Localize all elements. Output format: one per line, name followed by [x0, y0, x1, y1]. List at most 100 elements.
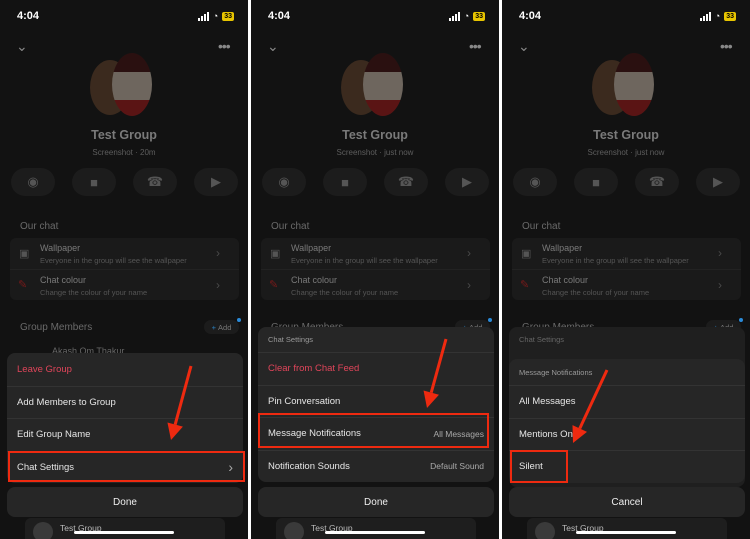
- collapse-chevron-icon[interactable]: ⌄: [267, 38, 279, 55]
- chat-button[interactable]: ■: [574, 168, 618, 196]
- call-button[interactable]: ☎: [635, 168, 679, 196]
- home-indicator: [74, 531, 174, 534]
- home-indicator: [576, 531, 676, 534]
- status-time: 4:04: [17, 10, 40, 22]
- wallpaper-title: Wallpaper: [291, 243, 332, 253]
- wallpaper-desc: Everyone in the group will see the wallp…: [40, 256, 187, 265]
- call-button[interactable]: ☎: [384, 168, 428, 196]
- chat-colour-row[interactable]: ✎ Chat colour Change the colour of your na…: [512, 269, 741, 300]
- phone-screen: 4:04 ◔ 33 ⌄ ••• Test Group Screenshot · just n…: [251, 0, 499, 539]
- signal-icon: [197, 11, 209, 21]
- group-subtitle: Screenshot · just now: [587, 148, 665, 157]
- group-name: Test Group: [342, 128, 408, 142]
- camera-button[interactable]: ◉: [513, 168, 557, 196]
- value: Default Sound: [430, 461, 484, 472]
- wallpaper-row[interactable]: ▣ Wallpaper Everyone in the group will see…: [261, 238, 490, 269]
- label: Notification Sounds: [268, 460, 350, 472]
- avatar-member-2: [363, 53, 403, 116]
- more-options-icon[interactable]: •••: [469, 38, 482, 54]
- chat-preview-avatar: [284, 522, 304, 539]
- camera-button[interactable]: ◉: [262, 168, 306, 196]
- wallpaper-title: Wallpaper: [40, 243, 81, 253]
- highlight-box: [510, 450, 568, 483]
- chat-settings-sheet: Chat Settings Clear from Chat Feed Pin Con…: [258, 327, 494, 482]
- add-label: Add: [218, 322, 232, 332]
- wallpaper-desc: Everyone in the group will see the wallp…: [291, 256, 438, 265]
- wifi-icon: ◔: [212, 11, 219, 21]
- camera-button[interactable]: ◉: [11, 168, 55, 196]
- wifi-icon: ◔: [714, 11, 721, 21]
- our-chat-card: ▣ Wallpaper Everyone in the group will see…: [261, 238, 490, 300]
- chat-preview-card[interactable]: Test Group: [276, 518, 476, 539]
- video-call-button[interactable]: ▶: [696, 168, 740, 196]
- done-button[interactable]: Done: [7, 487, 243, 517]
- notification-dot: [739, 318, 743, 322]
- edit-group-name-item[interactable]: Edit Group Name: [7, 418, 243, 451]
- video-call-icon: ▶: [462, 174, 472, 189]
- mentions-only-option[interactable]: Mentions Only: [509, 417, 745, 451]
- our-chat-heading: Our chat: [271, 221, 310, 232]
- chat-preview-card[interactable]: Test Group: [527, 518, 727, 539]
- chat-icon: ■: [592, 174, 600, 190]
- status-icons: ◔ 33: [197, 11, 234, 21]
- call-icon: ☎: [146, 174, 164, 189]
- clear-chat-feed-item[interactable]: Clear from Chat Feed: [258, 352, 494, 385]
- chat-button[interactable]: ■: [323, 168, 367, 196]
- video-call-button[interactable]: ▶: [194, 168, 238, 196]
- group-name: Test Group: [593, 128, 659, 142]
- status-icons: ◔ 33: [448, 11, 485, 21]
- add-member-button[interactable]: +Add: [204, 320, 239, 334]
- signal-icon: [699, 11, 711, 21]
- chat-colour-row[interactable]: ✎ Chat colour Change the colour of your na…: [10, 269, 239, 300]
- our-chat-heading: Our chat: [20, 221, 59, 232]
- wallpaper-title: Wallpaper: [542, 243, 583, 253]
- plus-icon: +: [211, 322, 217, 332]
- wallpaper-row[interactable]: ▣ Wallpaper Everyone in the group will see…: [10, 238, 239, 269]
- collapse-chevron-icon[interactable]: ⌄: [518, 38, 530, 55]
- home-indicator: [325, 531, 425, 534]
- call-icon: ☎: [648, 174, 666, 189]
- add-members-item[interactable]: Add Members to Group: [7, 385, 243, 419]
- label: Pin Conversation: [268, 395, 341, 407]
- group-subtitle: Screenshot · just now: [336, 148, 414, 157]
- cancel-button[interactable]: Cancel: [509, 487, 745, 517]
- label: Edit Group Name: [17, 429, 91, 441]
- pencil-icon: ✎: [18, 279, 28, 291]
- chevron-right-icon: ›: [216, 278, 220, 292]
- video-call-button[interactable]: ▶: [445, 168, 489, 196]
- notification-sounds-item[interactable]: Notification Sounds Default Sound: [258, 449, 494, 483]
- label: Mentions Only: [519, 428, 580, 440]
- status-time: 4:04: [519, 10, 542, 22]
- sheet-header: Message Notifications: [519, 367, 593, 377]
- chat-preview-avatar: [33, 522, 53, 539]
- wallpaper-icon: ▣: [19, 248, 30, 260]
- wifi-icon: ◔: [463, 11, 470, 21]
- more-options-icon[interactable]: •••: [218, 38, 231, 54]
- chat-preview-card[interactable]: Test Group: [25, 518, 225, 539]
- group-subtitle: Screenshot · 20m: [92, 148, 156, 157]
- pencil-icon: ✎: [520, 279, 530, 291]
- call-button[interactable]: ☎: [133, 168, 177, 196]
- chat-icon: ■: [90, 174, 98, 190]
- all-messages-option[interactable]: All Messages: [509, 385, 745, 418]
- leave-group-item[interactable]: Leave Group: [7, 353, 243, 386]
- call-icon: ☎: [397, 174, 415, 189]
- video-call-icon: ▶: [211, 174, 221, 189]
- sheet-header: Chat Settings: [519, 335, 565, 344]
- chat-colour-title: Chat colour: [291, 275, 338, 285]
- notification-dot: [237, 318, 241, 322]
- wallpaper-icon: ▣: [270, 248, 281, 260]
- chat-colour-desc: Change the colour of your name: [542, 288, 650, 297]
- chat-button[interactable]: ■: [72, 168, 116, 196]
- sheet-header: Chat Settings: [268, 335, 314, 344]
- collapse-chevron-icon[interactable]: ⌄: [16, 38, 28, 55]
- camera-icon: ◉: [27, 174, 39, 189]
- chat-colour-row[interactable]: ✎ Chat colour Change the colour of your na…: [261, 269, 490, 300]
- battery-icon: 33: [473, 11, 485, 21]
- done-button[interactable]: Done: [258, 487, 494, 517]
- more-options-icon[interactable]: •••: [720, 38, 733, 54]
- wallpaper-row[interactable]: ▣ Wallpaper Everyone in the group will see…: [512, 238, 741, 269]
- label: Leave Group: [17, 363, 72, 375]
- highlight-box: [8, 451, 245, 482]
- group-name: Test Group: [91, 128, 157, 142]
